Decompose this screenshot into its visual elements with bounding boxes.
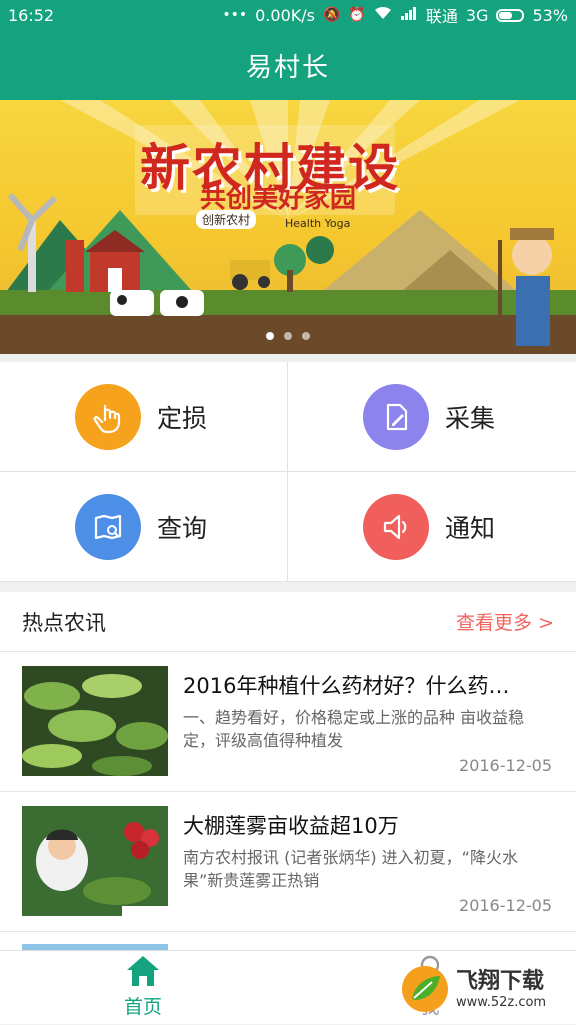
news-thumbnail bbox=[22, 806, 168, 916]
action-query[interactable]: 查询 bbox=[0, 472, 288, 582]
news-summary: 南方农村报讯 (记者张炳华) 进入初夏，“降火水果”新贵莲雾正热销 bbox=[183, 848, 518, 890]
leaf-logo-icon bbox=[402, 966, 448, 1012]
more-dots-icon: ••• bbox=[222, 7, 248, 23]
action-label: 通知 bbox=[445, 513, 496, 543]
watermark: 飞翔下载 www.52z.com bbox=[400, 959, 570, 1019]
bottom-tab-bar: 首页 我 飞翔下载 www.52z.com bbox=[0, 950, 576, 1024]
news-section-header: 热点农讯 查看更多 > bbox=[0, 592, 576, 652]
banner-carousel[interactable]: 新农村建设 共创美好家园 创新农村 Health Yoga bbox=[0, 100, 576, 354]
news-item[interactable]: 2016年种植什么药材好？什么药… 一、趋势看好，价格稳定或上涨的品种 亩收益稳… bbox=[0, 652, 576, 792]
alarm-icon: ⏰ bbox=[348, 7, 366, 23]
carousel-dot[interactable] bbox=[284, 332, 292, 340]
news-date: 2016-12-05 bbox=[459, 756, 552, 775]
view-more-link[interactable]: 查看更多 > bbox=[456, 608, 554, 635]
home-icon bbox=[127, 956, 159, 986]
app-bar: 易村长 bbox=[0, 30, 576, 100]
status-time: 16:52 bbox=[8, 5, 55, 25]
action-label: 查询 bbox=[157, 513, 208, 543]
banner-badge: 创新农村 bbox=[196, 210, 257, 229]
news-thumbnail bbox=[22, 666, 168, 776]
tab-home[interactable]: 首页 bbox=[73, 951, 213, 1025]
book-search-icon bbox=[75, 493, 141, 560]
page-title: 易村长 bbox=[245, 52, 330, 83]
battery-icon bbox=[496, 8, 525, 22]
edit-document-icon bbox=[363, 383, 429, 450]
touch-icon bbox=[75, 383, 141, 450]
action-label: 定损 bbox=[157, 403, 208, 433]
carousel-indicator[interactable] bbox=[0, 332, 576, 340]
carousel-dot[interactable] bbox=[266, 332, 274, 340]
status-bar: 16:52 ••• 0.00K/s 🔕 ⏰ 联通 3G 53% bbox=[0, 0, 576, 30]
carousel-dot[interactable] bbox=[302, 332, 310, 340]
action-notify[interactable]: 通知 bbox=[288, 472, 576, 582]
wifi-icon bbox=[374, 6, 392, 24]
action-grid: 定损 采集 查询 通知 bbox=[0, 362, 576, 582]
action-collect[interactable]: 采集 bbox=[288, 362, 576, 472]
news-list: 2016年种植什么药材好？什么药… 一、趋势看好，价格稳定或上涨的品种 亩收益稳… bbox=[0, 652, 576, 950]
banner-small-text: Health Yoga bbox=[285, 217, 351, 230]
tab-home-label: 首页 bbox=[123, 996, 162, 1018]
network-speed: 0.00K/s bbox=[255, 5, 315, 25]
watermark-url: www.52z.com bbox=[456, 994, 547, 1010]
signal-icon bbox=[400, 6, 418, 24]
news-item[interactable]: 大棚莲雾亩收益超10万 南方农村报讯 (记者张炳华) 进入初夏，“降火水果”新贵… bbox=[0, 792, 576, 932]
news-date: 2016-12-05 bbox=[459, 896, 552, 915]
action-label: 采集 bbox=[445, 403, 496, 433]
carrier-label: 联通 bbox=[425, 7, 458, 26]
news-title: 2016年种植什么药材好？什么药… bbox=[183, 674, 510, 698]
network-type: 3G bbox=[465, 5, 489, 25]
speaker-icon bbox=[363, 493, 429, 560]
watermark-brand: 飞翔下载 bbox=[456, 968, 545, 994]
news-section-title: 热点农讯 bbox=[22, 610, 106, 635]
news-title: 大棚莲雾亩收益超10万 bbox=[183, 814, 399, 838]
news-summary: 一、趋势看好，价格稳定或上涨的品种 亩收益稳定，评级高值得种植发 bbox=[183, 708, 525, 750]
battery-percent: 53% bbox=[532, 5, 568, 25]
mute-icon: 🔕 bbox=[322, 7, 341, 23]
action-assess-loss[interactable]: 定损 bbox=[0, 362, 288, 472]
